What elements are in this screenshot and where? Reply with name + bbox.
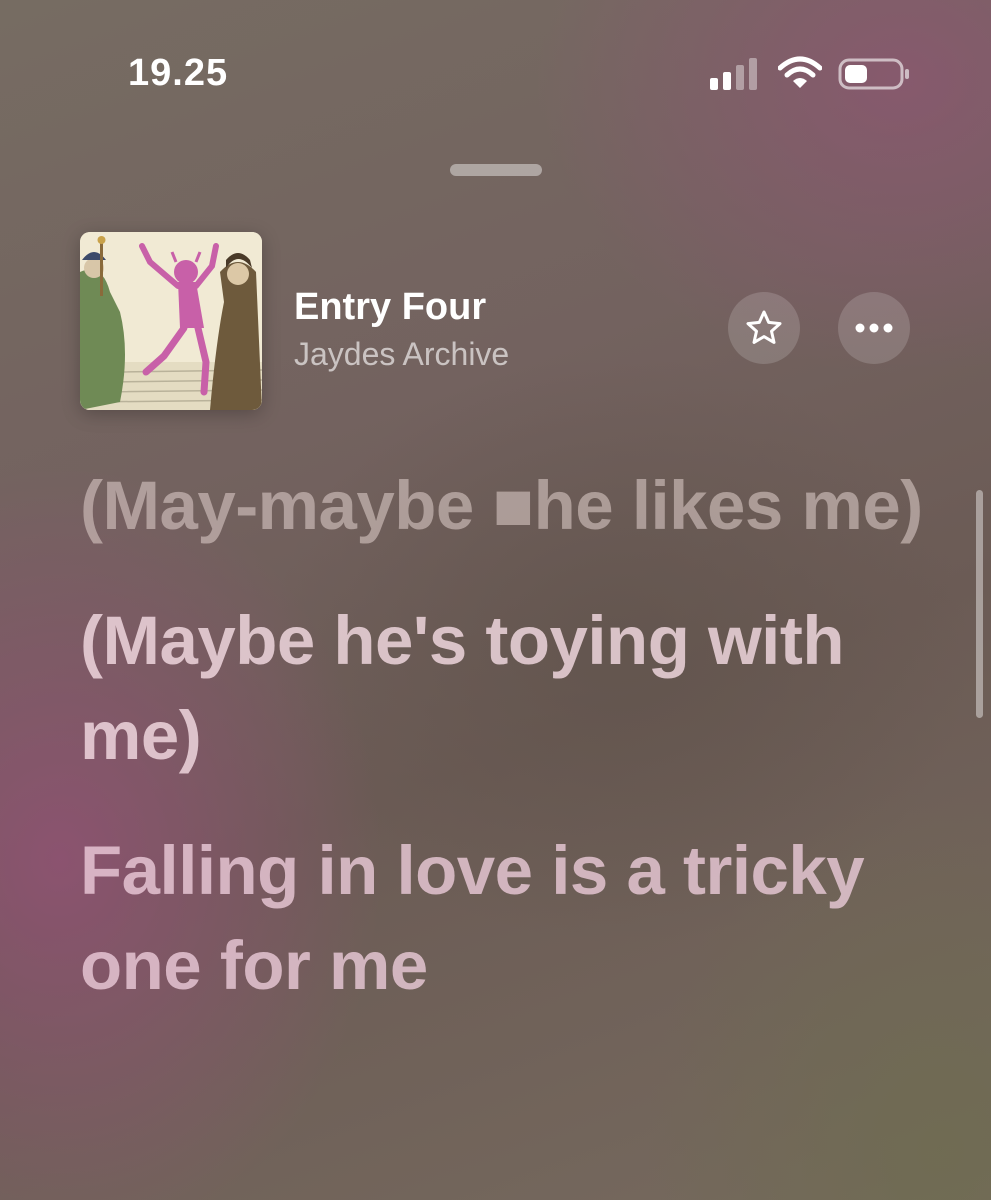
cellular-signal-icon [710, 58, 757, 90]
more-options-button[interactable] [838, 292, 910, 364]
star-icon [746, 310, 782, 344]
status-bar: 19.25 [0, 0, 991, 150]
lyric-line[interactable]: (May-maybe ■he likes me) [80, 458, 930, 553]
song-artist[interactable]: Jaydes Archive [294, 336, 509, 373]
status-time: 19.25 [128, 52, 229, 94]
lyric-line[interactable]: (Maybe he's toying with me) [80, 593, 930, 783]
ellipsis-icon [855, 323, 893, 333]
now-playing-header: Entry Four Jaydes Archive [80, 232, 920, 412]
battery-icon [838, 58, 909, 90]
lyric-line[interactable]: Falling in love is a tricky one for me [80, 823, 930, 1013]
sheet-grabber[interactable] [450, 164, 542, 176]
scroll-indicator[interactable] [976, 490, 983, 718]
lyrics-view[interactable]: (May-maybe ■he likes me) (Maybe he's toy… [80, 458, 930, 1053]
wifi-icon [778, 56, 822, 88]
song-title[interactable]: Entry Four [294, 286, 486, 329]
album-artwork[interactable] [80, 232, 262, 410]
favorite-button[interactable] [728, 292, 800, 364]
album-artwork-image [80, 232, 262, 410]
